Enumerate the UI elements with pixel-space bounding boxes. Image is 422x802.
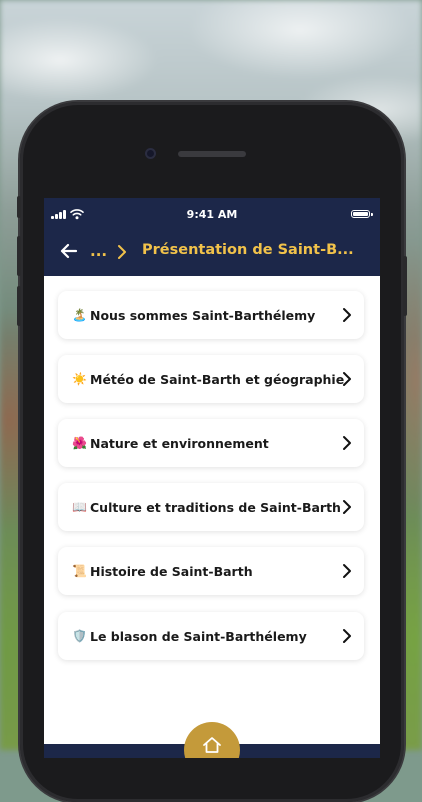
list-item-culture[interactable]: 📖 Culture et traditions de Saint-Barth [58,483,364,531]
home-button[interactable] [184,722,240,758]
power-button [403,256,407,316]
chevron-right-icon [343,308,351,322]
list-item-label: Nous sommes Saint-Barthélemy [90,307,316,323]
volume-down-button [17,286,21,326]
navigation-bar: ... Présentation de Saint-B... [44,230,380,276]
breadcrumb-ellipsis[interactable]: ... [90,242,107,260]
earpiece-speaker [178,151,246,157]
status-time: 9:41 AM [186,208,238,221]
shield-icon: 🛡️ [72,629,87,643]
island-icon: 🏝️ [72,308,87,322]
list-item-blason[interactable]: 🛡️ Le blason de Saint-Barthélemy [58,612,364,660]
back-arrow-icon[interactable] [58,240,80,262]
chevron-right-icon [343,500,351,514]
battery-icon [351,210,373,218]
page-title: Présentation de Saint-B... [142,242,354,258]
app-header: 9:41 AM ... Présentation de Saint-B... [44,198,380,276]
sun-icon: ☀️ [72,372,87,386]
list-item-label: Météo de Saint-Barth et géographie [90,371,345,387]
app-screen: 9:41 AM ... Présentation de Saint-B... 🏝… [44,198,380,758]
mute-switch [17,196,21,218]
chevron-right-icon [118,245,126,259]
hibiscus-icon: 🌺 [72,436,87,450]
list-item-nature[interactable]: 🌺 Nature et environnement [58,419,364,467]
home-icon [203,737,221,753]
chevron-right-icon [343,436,351,450]
list-item-label: Histoire de Saint-Barth [90,563,253,579]
list-item-meteo[interactable]: ☀️ Météo de Saint-Barth et géographie [58,355,364,403]
chevron-right-icon [343,629,351,643]
list-item-histoire[interactable]: 📜 Histoire de Saint-Barth [58,547,364,595]
list-item-label: Le blason de Saint-Barthélemy [90,628,307,644]
open-book-icon: 📖 [72,500,87,514]
list-item-label: Nature et environnement [90,435,269,451]
scroll-icon: 📜 [72,564,87,578]
chevron-right-icon [343,372,351,386]
volume-up-button [17,236,21,276]
status-bar: 9:41 AM [44,198,380,230]
chevron-right-icon [343,564,351,578]
front-camera [145,148,156,159]
list-item-label: Culture et traditions de Saint-Barth [90,499,341,515]
list-item-nous-sommes[interactable]: 🏝️ Nous sommes Saint-Barthélemy [58,291,364,339]
